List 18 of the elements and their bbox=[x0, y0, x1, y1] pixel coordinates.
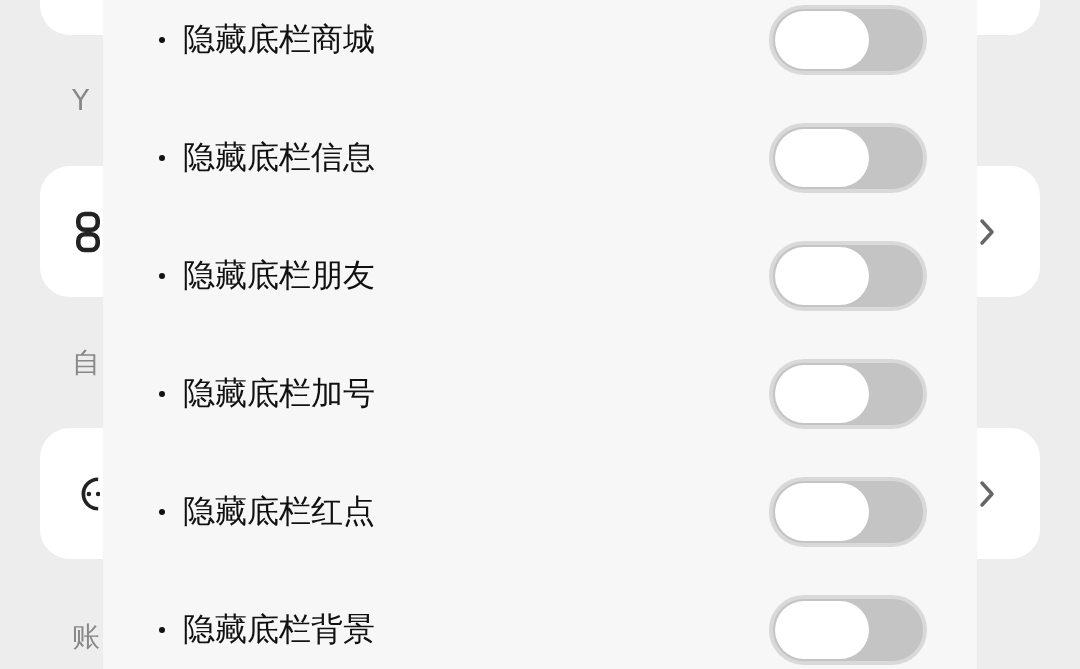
option-label: 隐藏底栏信息 bbox=[183, 137, 376, 178]
bullet-icon bbox=[159, 273, 165, 279]
bullet-icon bbox=[159, 391, 165, 397]
option-label: 隐藏底栏朋友 bbox=[183, 255, 376, 296]
section-header: 自 bbox=[72, 348, 100, 377]
bullet-icon bbox=[159, 155, 165, 161]
option-label: 隐藏底栏加号 bbox=[183, 373, 376, 414]
chevron-icon bbox=[979, 217, 995, 246]
option-label: 隐藏底栏商城 bbox=[183, 19, 376, 60]
bullet-icon bbox=[159, 37, 165, 43]
grid-icon bbox=[76, 210, 100, 253]
bullet-icon bbox=[159, 509, 165, 515]
option-label: 隐藏底栏背景 bbox=[183, 609, 376, 650]
bullet-icon bbox=[159, 627, 165, 633]
option-label: 隐藏底栏红点 bbox=[183, 491, 376, 532]
section-header: 账 bbox=[72, 623, 100, 651]
section-header: Y bbox=[72, 86, 90, 115]
chevron-icon bbox=[979, 479, 995, 508]
